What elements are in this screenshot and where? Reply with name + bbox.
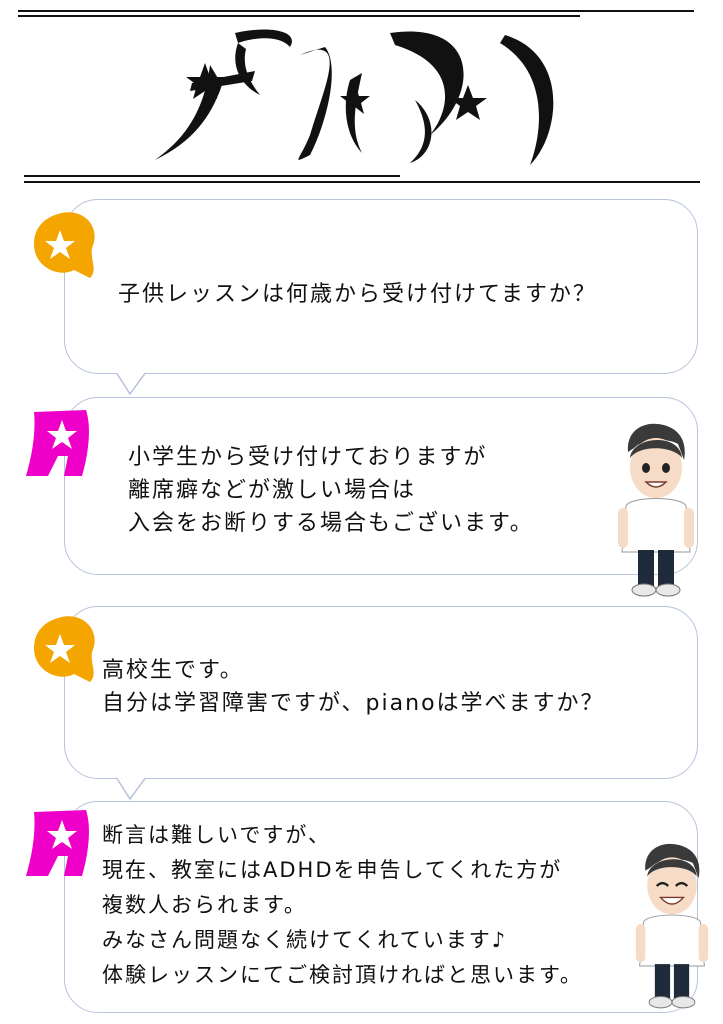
question-badge — [34, 616, 95, 682]
bubble-tail — [115, 370, 147, 396]
text-line: みなさん問題なく続けてくれています♪ — [102, 928, 508, 952]
answer-badge — [26, 410, 89, 476]
header-rule-bottom — [24, 175, 400, 177]
text-line: 入会をお断りする場合もございます。 — [128, 511, 534, 536]
bubble-tail — [115, 775, 147, 801]
text-line: 離席癖などが激しい場合は — [128, 478, 417, 503]
faq-question-text: 子供レッスンは何歳から受け付けてますか？ — [118, 278, 597, 311]
faq-title-logo — [155, 29, 554, 165]
teacher-avatar-icon — [635, 843, 709, 1009]
faq-answer-text: 断言は難しいですが、 現在、教室にはADHDを申告してくれた方が 複数人おられま… — [102, 818, 583, 993]
text-line: 断言は難しいですが、 — [102, 823, 331, 847]
text-line: 高校生です。 — [102, 658, 244, 683]
text-line: 子供レッスンは何歳から受け付けてますか？ — [118, 282, 597, 307]
question-badge — [34, 212, 95, 278]
text-line: 体験レッスンにてご検討頂ければと思います。 — [102, 963, 583, 987]
teacher-avatar-icon — [618, 423, 694, 597]
text-line: 自分は学習障害ですが、pianoは学べますか？ — [102, 691, 605, 716]
text-line: 現在、教室にはADHDを申告してくれた方が — [102, 858, 563, 882]
header-rule-bottom-2 — [24, 181, 700, 183]
faq-answer-text: 小学生から受け付けておりますが 離席癖などが激しい場合は 入会をお断りする場合も… — [128, 441, 534, 540]
header-rule-top-2 — [18, 15, 580, 17]
answer-badge — [26, 810, 89, 876]
text-line: 複数人おられます。 — [102, 893, 307, 917]
text-line: 小学生から受け付けておりますが — [128, 445, 488, 470]
faq-question-text: 高校生です。 自分は学習障害ですが、pianoは学べますか？ — [102, 654, 605, 720]
header-rule-top — [18, 10, 694, 12]
